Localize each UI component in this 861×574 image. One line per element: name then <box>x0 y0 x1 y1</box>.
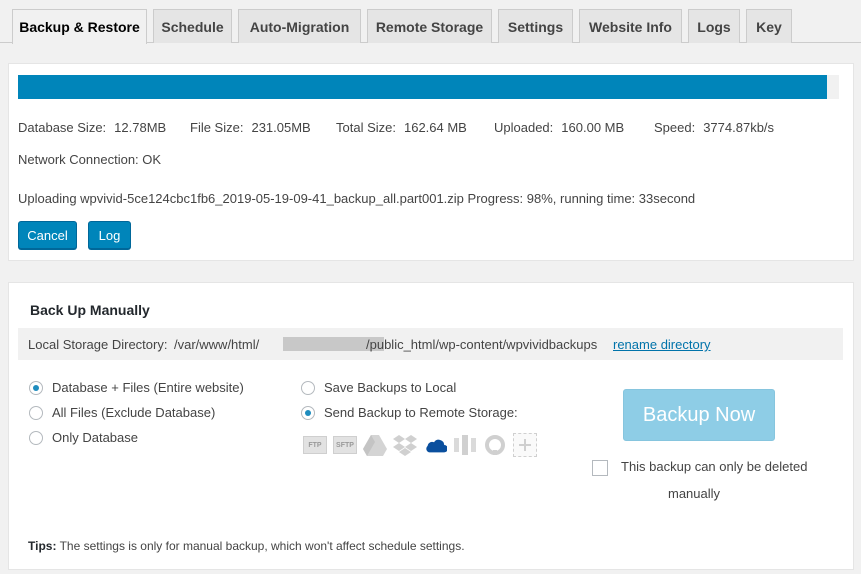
tips-text: Tips: The settings is only for manual ba… <box>28 539 465 553</box>
radio-indicator[interactable] <box>29 405 43 420</box>
tab-settings[interactable]: Settings <box>498 9 573 43</box>
total-size-label: Total Size: <box>336 120 396 135</box>
delete-manually-checkbox[interactable] <box>592 460 608 476</box>
tab-remote-storage[interactable]: Remote Storage <box>367 9 492 43</box>
onedrive-icon[interactable] <box>423 433 447 457</box>
radio-indicator[interactable] <box>29 380 43 395</box>
file-size-value: 231.05MB <box>251 120 311 135</box>
tab-schedule[interactable]: Schedule <box>153 9 232 43</box>
network-value: OK <box>142 152 162 167</box>
storage-directory-bar: Local Storage Directory: /var/www/html/ … <box>18 328 843 360</box>
tab-website-info[interactable]: Website Info <box>579 9 682 43</box>
speed-label: Speed: <box>654 120 696 135</box>
section-title: Back Up Manually <box>30 302 150 318</box>
upload-progress-bar <box>18 75 839 99</box>
network-label: Network Connection: <box>18 152 139 167</box>
file-size-stat: File Size: 231.05MB <box>190 120 311 135</box>
dir-prefix: /var/www/html/ <box>174 337 260 352</box>
dir-label: Local Storage Directory: <box>28 337 168 352</box>
database-size-value: 12.78MB <box>114 120 167 135</box>
network-connection: Network Connection: OK <box>18 152 161 167</box>
total-size-stat: Total Size: 162.64 MB <box>336 120 467 135</box>
cancel-button[interactable]: Cancel <box>18 221 77 249</box>
add-storage-icon[interactable] <box>513 433 537 457</box>
delete-note-line1: This backup can only be deleted <box>621 459 808 474</box>
rename-directory-link[interactable]: rename directory <box>613 337 711 352</box>
radio-label: Database + Files (Entire website) <box>52 380 244 395</box>
speed-stat: Speed: 3774.87kb/s <box>654 120 774 135</box>
tab-backup-restore[interactable]: Backup & Restore <box>12 9 147 44</box>
radio-indicator[interactable] <box>301 380 315 395</box>
tips-label: Tips: <box>28 539 57 553</box>
radio-only-database[interactable]: Only Database <box>29 430 138 445</box>
tab-logs[interactable]: Logs <box>688 9 740 43</box>
uploaded-stat: Uploaded: 160.00 MB <box>494 120 624 135</box>
speed-value: 3774.87kb/s <box>703 120 775 135</box>
radio-label: Only Database <box>52 430 138 445</box>
radio-save-local[interactable]: Save Backups to Local <box>301 380 456 395</box>
radio-label: All Files (Exclude Database) <box>52 405 216 420</box>
ftp-icon[interactable]: FTP <box>303 433 327 457</box>
progress-fill <box>18 75 827 99</box>
radio-send-remote[interactable]: Send Backup to Remote Storage: <box>301 405 518 420</box>
tab-auto-migration[interactable]: Auto-Migration <box>238 9 361 43</box>
uploaded-label: Uploaded: <box>494 120 554 135</box>
backup-now-button[interactable]: Backup Now <box>623 389 775 441</box>
uploaded-value: 160.00 MB <box>561 120 625 135</box>
database-size-label: Database Size: <box>18 120 107 135</box>
upload-status-text: Uploading wpvivid-5ce124cbc1fb6_2019-05-… <box>18 191 696 206</box>
nav-tabs: Backup & Restore Schedule Auto-Migration… <box>0 0 861 44</box>
amazon-s3-icon[interactable] <box>453 433 477 457</box>
log-button[interactable]: Log <box>88 221 131 249</box>
dir-suffix: /public_html/wp-content/wpvividbackups <box>366 337 598 352</box>
tab-key[interactable]: Key <box>746 9 792 43</box>
radio-indicator[interactable] <box>29 430 43 445</box>
digitalocean-icon[interactable] <box>483 433 507 457</box>
radio-label: Send Backup to Remote Storage: <box>324 405 518 420</box>
sftp-icon[interactable]: SFTP <box>333 433 357 457</box>
radio-indicator[interactable] <box>301 405 315 420</box>
tips-body: The settings is only for manual backup, … <box>56 539 465 553</box>
radio-all-files[interactable]: All Files (Exclude Database) <box>29 405 215 420</box>
delete-note-line2: manually <box>668 486 721 501</box>
file-size-label: File Size: <box>190 120 244 135</box>
dropbox-icon[interactable] <box>393 433 417 457</box>
radio-label: Save Backups to Local <box>324 380 457 395</box>
database-size-stat: Database Size: 12.78MB <box>18 120 166 135</box>
total-size-value: 162.64 MB <box>403 120 467 135</box>
google-drive-icon[interactable] <box>363 433 387 457</box>
radio-database-files[interactable]: Database + Files (Entire website) <box>29 380 244 395</box>
